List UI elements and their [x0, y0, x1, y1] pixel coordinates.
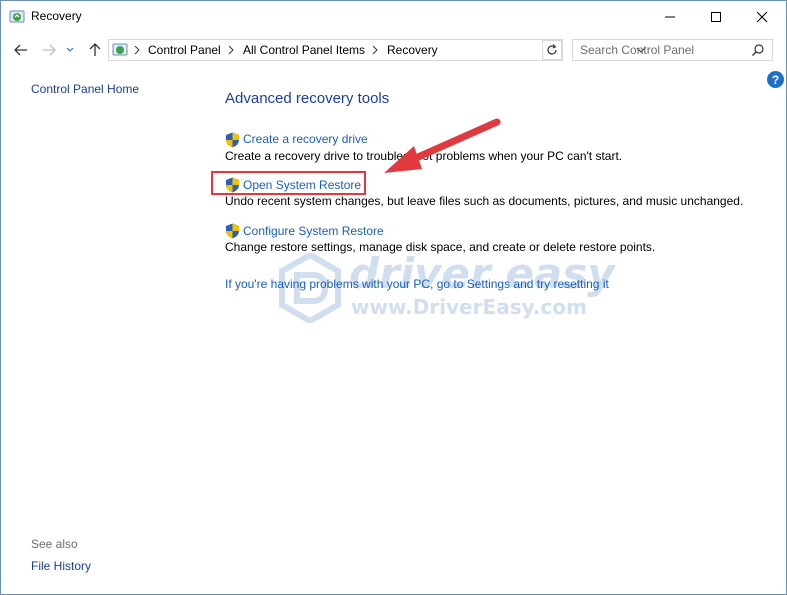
control-panel-home-link[interactable]: Control Panel Home — [31, 82, 139, 96]
back-button[interactable] — [11, 40, 31, 60]
page-heading: Advanced recovery tools — [225, 90, 390, 107]
maximize-button[interactable] — [693, 1, 739, 33]
help-button[interactable]: ? — [767, 71, 784, 88]
breadcrumb-control-panel[interactable]: Control Panel — [148, 43, 221, 57]
maximize-icon — [711, 12, 721, 22]
refresh-icon — [547, 44, 557, 55]
minimize-icon — [665, 16, 675, 18]
create-recovery-drive-link[interactable]: Create a recovery drive — [243, 132, 368, 146]
search-box[interactable] — [572, 39, 773, 61]
reset-pc-settings-link[interactable]: If you're having problems with your PC, … — [225, 277, 609, 291]
address-bar[interactable]: Control Panel All Control Panel Items Re… — [108, 39, 646, 61]
highlight-box — [211, 171, 366, 195]
uac-shield-icon — [226, 223, 239, 239]
navigation-bar: Control Panel All Control Panel Items Re… — [1, 34, 786, 66]
close-button[interactable] — [739, 1, 785, 33]
see-also-label: See also — [31, 537, 78, 551]
up-button[interactable] — [85, 40, 105, 60]
close-icon — [756, 11, 768, 23]
forward-button[interactable] — [39, 40, 59, 60]
recovery-icon — [9, 10, 25, 23]
recent-locations-button[interactable] — [64, 40, 76, 60]
create-recovery-drive-description: Create a recovery drive to troubleshoot … — [225, 149, 623, 163]
breadcrumb-all-items[interactable]: All Control Panel Items — [243, 43, 365, 57]
file-history-link[interactable]: File History — [31, 559, 91, 573]
control-panel-icon — [112, 43, 128, 56]
watermark-url: www.DriverEasy.com — [351, 295, 587, 319]
chevron-right-icon[interactable] — [371, 44, 379, 56]
title-bar: Recovery — [1, 1, 786, 33]
open-system-restore-description: Undo recent system changes, but leave fi… — [225, 194, 744, 208]
search-input[interactable] — [573, 40, 750, 60]
recovery-window: Recovery Control Panel All Control Panel… — [0, 0, 787, 595]
chevron-right-icon[interactable] — [227, 44, 235, 56]
chevron-down-icon — [66, 47, 74, 52]
configure-system-restore-link[interactable]: Configure System Restore — [243, 224, 384, 238]
back-arrow-icon — [14, 44, 27, 56]
refresh-button[interactable] — [542, 40, 562, 60]
configure-system-restore-description: Change restore settings, manage disk spa… — [225, 240, 656, 254]
minimize-button[interactable] — [647, 1, 693, 33]
uac-shield-icon — [226, 132, 239, 148]
window-title: Recovery — [31, 9, 82, 23]
search-icon[interactable] — [751, 43, 765, 57]
forward-arrow-icon — [43, 44, 56, 56]
chevron-right-icon — [134, 45, 140, 55]
up-arrow-icon — [89, 43, 101, 56]
breadcrumb-recovery[interactable]: Recovery — [387, 43, 438, 57]
